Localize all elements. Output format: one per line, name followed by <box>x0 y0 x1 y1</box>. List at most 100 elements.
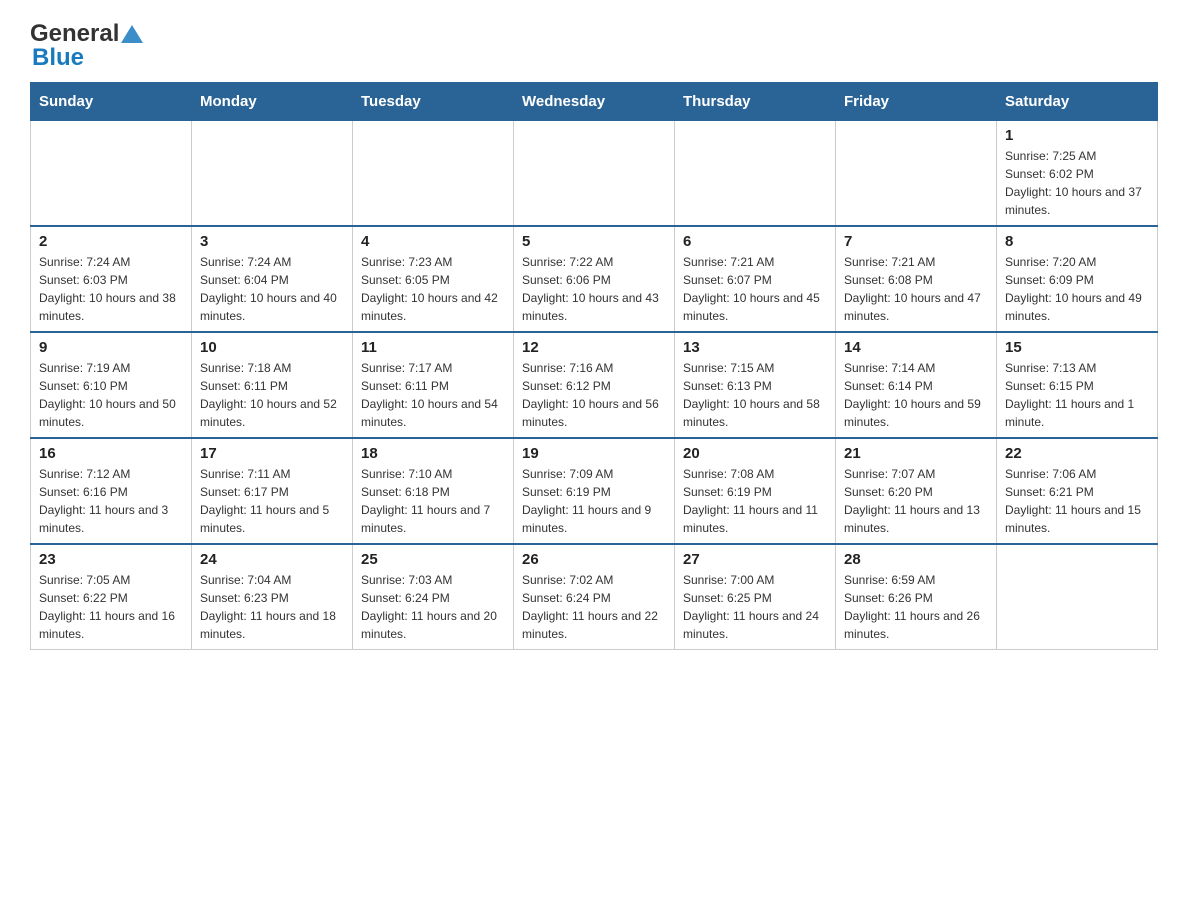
calendar-cell <box>514 121 675 227</box>
day-info: Sunrise: 7:21 AMSunset: 6:07 PMDaylight:… <box>683 253 827 325</box>
day-number: 27 <box>683 551 827 568</box>
calendar-cell: 23Sunrise: 7:05 AMSunset: 6:22 PMDayligh… <box>31 544 192 650</box>
calendar-cell <box>997 544 1158 650</box>
day-info: Sunrise: 7:19 AMSunset: 6:10 PMDaylight:… <box>39 359 183 431</box>
day-info: Sunrise: 7:13 AMSunset: 6:15 PMDaylight:… <box>1005 359 1149 431</box>
calendar-cell: 14 Sunrise: 7:14 AMSunset: 6:14 PMDayligh… <box>836 332 997 438</box>
day-number: 8 <box>1005 233 1149 250</box>
day-number: 26 <box>522 551 666 568</box>
calendar-header-monday: Monday <box>192 83 353 121</box>
calendar-cell: 11 Sunrise: 7:17 AMSunset: 6:11 PMDayligh… <box>353 332 514 438</box>
page-header: General Blue <box>30 20 1158 72</box>
day-number: 5 <box>522 233 666 250</box>
calendar-cell: 21 Sunrise: 7:07 AMSunset: 6:20 PMDayligh… <box>836 438 997 544</box>
logo-container: General Blue <box>30 20 143 72</box>
calendar-week-row: 9Sunrise: 7:19 AMSunset: 6:10 PMDaylight… <box>31 332 1158 438</box>
calendar-cell: 20 Sunrise: 7:08 AMSunset: 6:19 PMDayligh… <box>675 438 836 544</box>
calendar-cell: 2 Sunrise: 7:24 AMSunset: 6:03 PMDaylight… <box>31 226 192 332</box>
calendar-header-friday: Friday <box>836 83 997 121</box>
day-info: Sunrise: 7:09 AMSunset: 6:19 PMDaylight:… <box>522 465 666 537</box>
day-number: 2 <box>39 233 183 250</box>
calendar-cell: 27 Sunrise: 7:00 AMSunset: 6:25 PMDayligh… <box>675 544 836 650</box>
day-number: 12 <box>522 339 666 356</box>
calendar-cell <box>836 121 997 227</box>
day-info: Sunrise: 7:08 AMSunset: 6:19 PMDaylight:… <box>683 465 827 537</box>
calendar-cell: 12 Sunrise: 7:16 AMSunset: 6:12 PMDayligh… <box>514 332 675 438</box>
day-info: Sunrise: 7:12 AMSunset: 6:16 PMDaylight:… <box>39 465 183 537</box>
calendar-cell: 15 Sunrise: 7:13 AMSunset: 6:15 PMDayligh… <box>997 332 1158 438</box>
day-number: 13 <box>683 339 827 356</box>
calendar-cell: 13 Sunrise: 7:15 AMSunset: 6:13 PMDayligh… <box>675 332 836 438</box>
calendar-cell: 9Sunrise: 7:19 AMSunset: 6:10 PMDaylight… <box>31 332 192 438</box>
day-info: Sunrise: 7:24 AMSunset: 6:03 PMDaylight:… <box>39 253 183 325</box>
calendar-cell: 6 Sunrise: 7:21 AMSunset: 6:07 PMDaylight… <box>675 226 836 332</box>
day-info: Sunrise: 7:23 AMSunset: 6:05 PMDaylight:… <box>361 253 505 325</box>
day-info: Sunrise: 7:14 AMSunset: 6:14 PMDaylight:… <box>844 359 988 431</box>
calendar-cell: 17Sunrise: 7:11 AMSunset: 6:17 PMDayligh… <box>192 438 353 544</box>
day-info: Sunrise: 7:07 AMSunset: 6:20 PMDaylight:… <box>844 465 988 537</box>
day-number: 19 <box>522 445 666 462</box>
calendar-cell: 26Sunrise: 7:02 AMSunset: 6:24 PMDayligh… <box>514 544 675 650</box>
logo-blue: Blue <box>32 44 84 72</box>
calendar-header-tuesday: Tuesday <box>353 83 514 121</box>
calendar-cell: 3 Sunrise: 7:24 AMSunset: 6:04 PMDaylight… <box>192 226 353 332</box>
day-info: Sunrise: 7:22 AMSunset: 6:06 PMDaylight:… <box>522 253 666 325</box>
calendar-week-row: 2 Sunrise: 7:24 AMSunset: 6:03 PMDaylight… <box>31 226 1158 332</box>
calendar-cell: 28 Sunrise: 6:59 AMSunset: 6:26 PMDayligh… <box>836 544 997 650</box>
calendar-cell: 10Sunrise: 7:18 AMSunset: 6:11 PMDayligh… <box>192 332 353 438</box>
day-number: 16 <box>39 445 183 462</box>
day-number: 10 <box>200 339 344 356</box>
day-info: Sunrise: 7:25 AMSunset: 6:02 PMDaylight:… <box>1005 147 1149 219</box>
day-number: 21 <box>844 445 988 462</box>
calendar-cell: 8 Sunrise: 7:20 AMSunset: 6:09 PMDaylight… <box>997 226 1158 332</box>
day-info: Sunrise: 7:16 AMSunset: 6:12 PMDaylight:… <box>522 359 666 431</box>
calendar-cell: 18 Sunrise: 7:10 AMSunset: 6:18 PMDayligh… <box>353 438 514 544</box>
calendar-cell <box>31 121 192 227</box>
day-number: 15 <box>1005 339 1149 356</box>
calendar-cell: 16 Sunrise: 7:12 AMSunset: 6:16 PMDayligh… <box>31 438 192 544</box>
day-number: 28 <box>844 551 988 568</box>
calendar-header-row: SundayMondayTuesdayWednesdayThursdayFrid… <box>31 83 1158 121</box>
calendar-header-sunday: Sunday <box>31 83 192 121</box>
day-number: 1 <box>1005 127 1149 144</box>
calendar-cell <box>675 121 836 227</box>
calendar-cell: 19 Sunrise: 7:09 AMSunset: 6:19 PMDayligh… <box>514 438 675 544</box>
day-number: 17 <box>200 445 344 462</box>
calendar-cell: 25Sunrise: 7:03 AMSunset: 6:24 PMDayligh… <box>353 544 514 650</box>
day-number: 20 <box>683 445 827 462</box>
day-number: 18 <box>361 445 505 462</box>
day-number: 25 <box>361 551 505 568</box>
calendar-cell: 22 Sunrise: 7:06 AMSunset: 6:21 PMDayligh… <box>997 438 1158 544</box>
day-info: Sunrise: 7:04 AMSunset: 6:23 PMDaylight:… <box>200 571 344 643</box>
calendar-cell <box>192 121 353 227</box>
day-info: Sunrise: 7:00 AMSunset: 6:25 PMDaylight:… <box>683 571 827 643</box>
calendar-cell: 7Sunrise: 7:21 AMSunset: 6:08 PMDaylight… <box>836 226 997 332</box>
day-info: Sunrise: 7:21 AMSunset: 6:08 PMDaylight:… <box>844 253 988 325</box>
day-number: 22 <box>1005 445 1149 462</box>
day-info: Sunrise: 7:20 AMSunset: 6:09 PMDaylight:… <box>1005 253 1149 325</box>
day-info: Sunrise: 7:17 AMSunset: 6:11 PMDaylight:… <box>361 359 505 431</box>
day-info: Sunrise: 7:15 AMSunset: 6:13 PMDaylight:… <box>683 359 827 431</box>
calendar-cell <box>353 121 514 227</box>
day-number: 11 <box>361 339 505 356</box>
calendar-cell: 5 Sunrise: 7:22 AMSunset: 6:06 PMDaylight… <box>514 226 675 332</box>
day-number: 24 <box>200 551 344 568</box>
calendar-header-wednesday: Wednesday <box>514 83 675 121</box>
day-number: 23 <box>39 551 183 568</box>
day-number: 3 <box>200 233 344 250</box>
calendar-week-row: 1 Sunrise: 7:25 AMSunset: 6:02 PMDaylight… <box>31 121 1158 227</box>
day-info: Sunrise: 7:10 AMSunset: 6:18 PMDaylight:… <box>361 465 505 537</box>
calendar-cell: 24 Sunrise: 7:04 AMSunset: 6:23 PMDayligh… <box>192 544 353 650</box>
calendar-week-row: 23Sunrise: 7:05 AMSunset: 6:22 PMDayligh… <box>31 544 1158 650</box>
day-info: Sunrise: 7:24 AMSunset: 6:04 PMDaylight:… <box>200 253 344 325</box>
logo: General Blue <box>30 20 190 72</box>
day-info: Sunrise: 7:06 AMSunset: 6:21 PMDaylight:… <box>1005 465 1149 537</box>
calendar-table: SundayMondayTuesdayWednesdayThursdayFrid… <box>30 82 1158 650</box>
day-number: 14 <box>844 339 988 356</box>
calendar-cell: 4Sunrise: 7:23 AMSunset: 6:05 PMDaylight… <box>353 226 514 332</box>
day-info: Sunrise: 6:59 AMSunset: 6:26 PMDaylight:… <box>844 571 988 643</box>
calendar-cell: 1 Sunrise: 7:25 AMSunset: 6:02 PMDaylight… <box>997 121 1158 227</box>
day-number: 6 <box>683 233 827 250</box>
calendar-header-thursday: Thursday <box>675 83 836 121</box>
logo-triangle-icon <box>121 23 143 45</box>
